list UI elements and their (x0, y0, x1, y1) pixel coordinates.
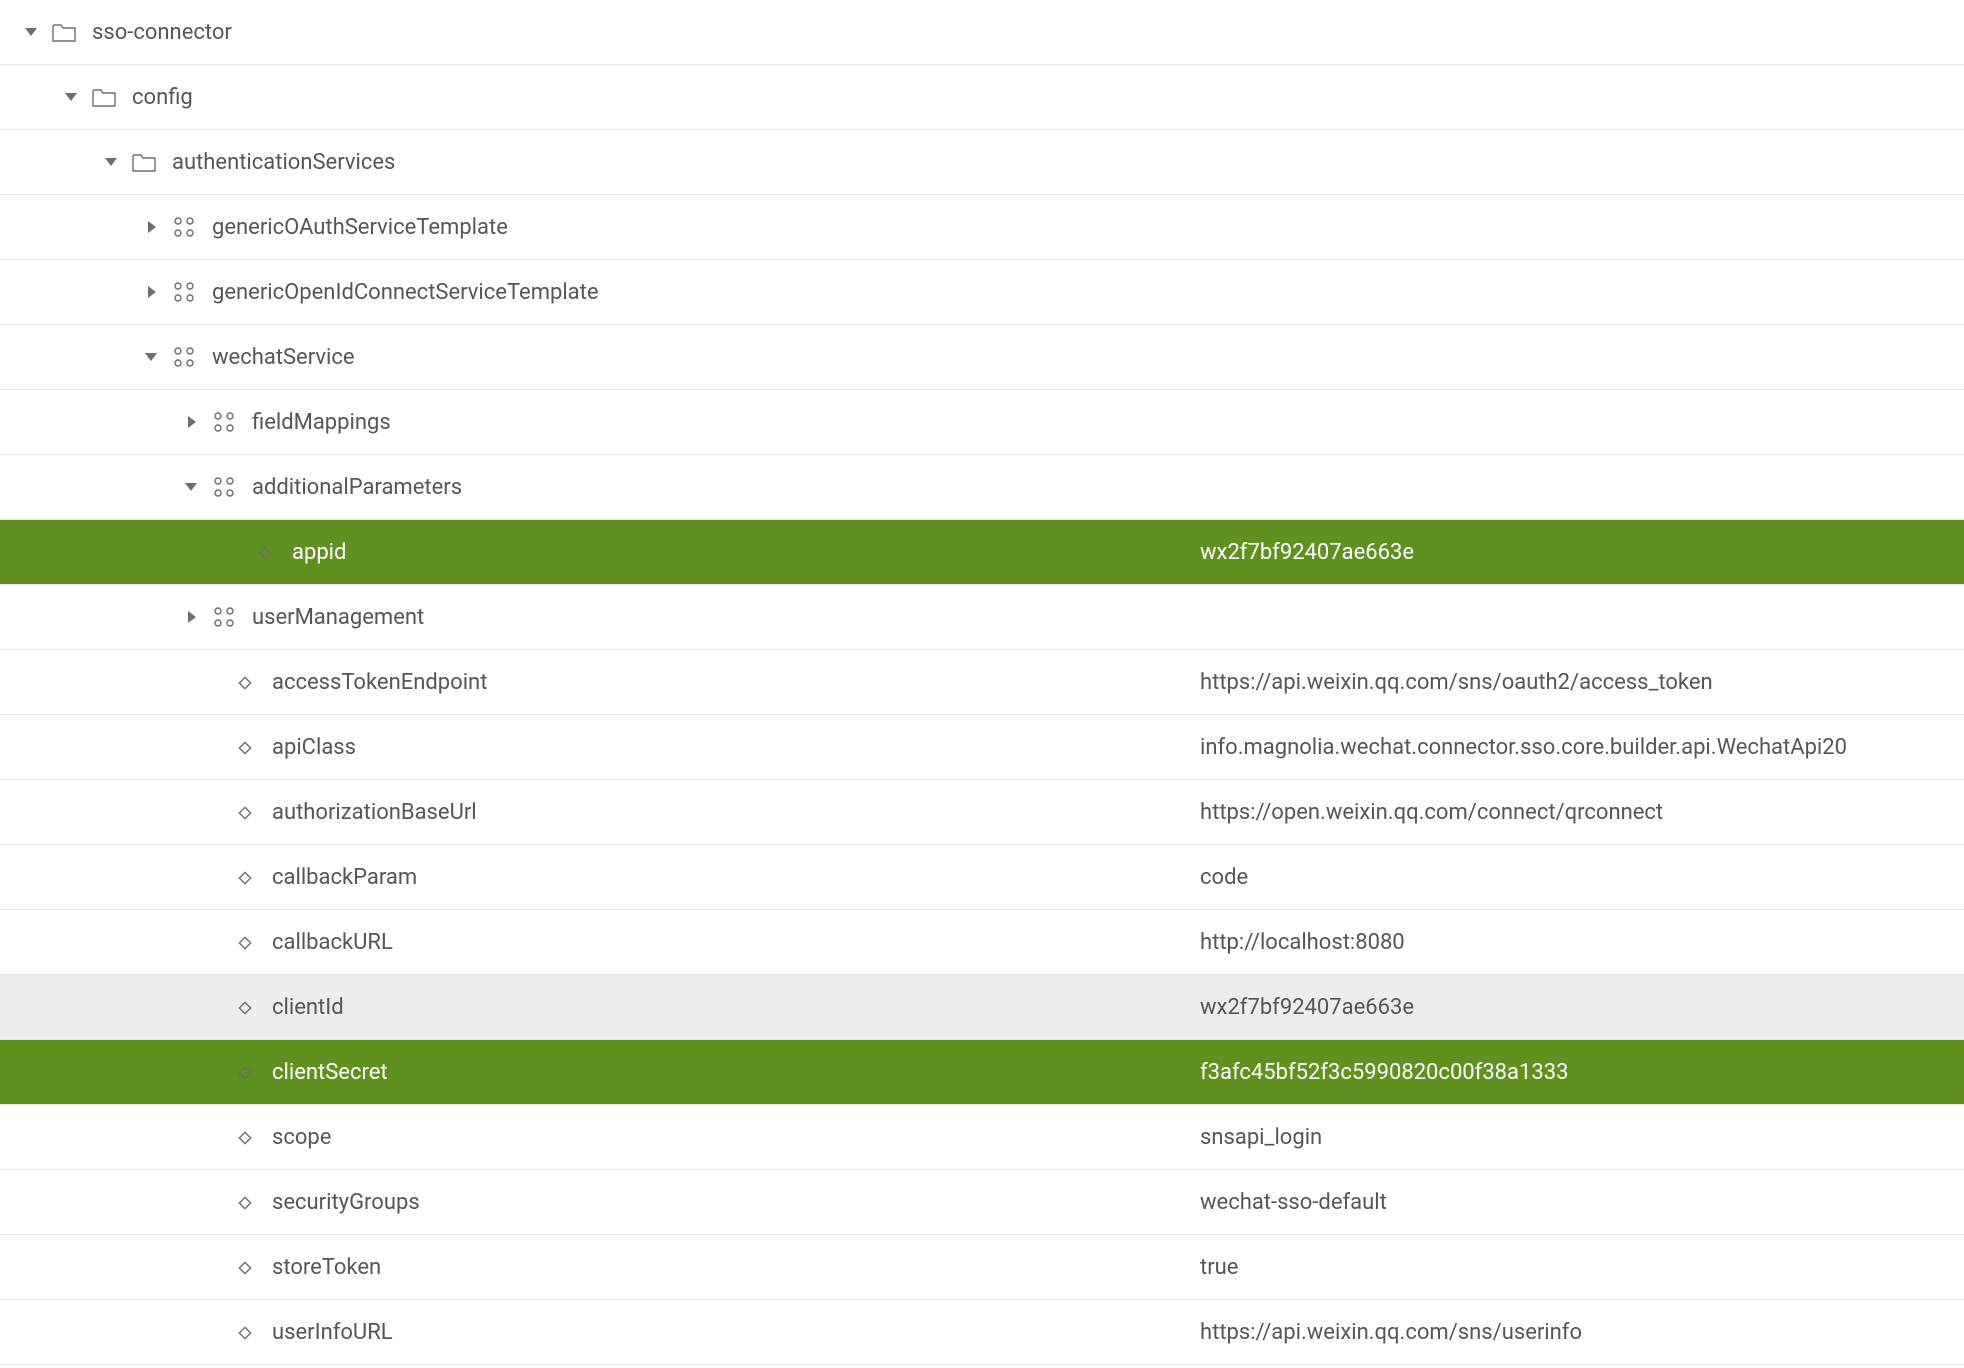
property-label: callbackURL (272, 930, 393, 955)
property-label: apiClass (272, 735, 356, 760)
content-node-icon (210, 408, 238, 436)
property-store-token[interactable]: storeToken true (0, 1235, 1964, 1300)
property-icon (230, 928, 258, 956)
property-label: scope (272, 1125, 331, 1150)
folder-icon (90, 83, 118, 111)
property-label: appid (292, 540, 346, 565)
node-generic-oauth-service-template[interactable]: genericOAuthServiceTemplate (0, 195, 1964, 260)
config-tree: sso-connector config authenticationServi… (0, 0, 1964, 1365)
node-label: authenticationServices (172, 150, 395, 175)
property-value[interactable]: http://localhost:8080 (1190, 930, 1964, 955)
node-user-management[interactable]: userManagement (0, 585, 1964, 650)
property-value[interactable]: wechat-sso-default (1190, 1190, 1964, 1215)
property-icon (230, 1253, 258, 1281)
node-authentication-services[interactable]: authenticationServices (0, 130, 1964, 195)
content-node-icon (170, 213, 198, 241)
property-callback-param[interactable]: callbackParam code (0, 845, 1964, 910)
property-icon (230, 733, 258, 761)
node-label: wechatService (212, 345, 355, 370)
content-node-icon (210, 473, 238, 501)
property-label: userInfoURL (272, 1320, 393, 1345)
property-label: clientId (272, 995, 344, 1020)
property-icon (230, 1318, 258, 1346)
chevron-right-icon[interactable] (140, 216, 162, 238)
node-label: fieldMappings (252, 410, 391, 435)
node-generic-openid-connect-service-template[interactable]: genericOpenIdConnectServiceTemplate (0, 260, 1964, 325)
property-label: storeToken (272, 1255, 381, 1280)
chevron-down-icon[interactable] (60, 86, 82, 108)
node-additional-parameters[interactable]: additionalParameters (0, 455, 1964, 520)
property-value[interactable]: snsapi_login (1190, 1125, 1964, 1150)
property-value[interactable]: wx2f7bf92407ae663e (1190, 540, 1964, 565)
property-label: clientSecret (272, 1060, 388, 1085)
chevron-right-icon[interactable] (180, 606, 202, 628)
content-node-icon (170, 278, 198, 306)
property-label: accessTokenEndpoint (272, 670, 487, 695)
property-client-secret[interactable]: clientSecret f3afc45bf52f3c5990820c00f38… (0, 1040, 1964, 1105)
property-label: authorizationBaseUrl (272, 800, 477, 825)
property-value[interactable]: info.magnolia.wechat.connector.sso.core.… (1190, 735, 1964, 760)
property-callback-url[interactable]: callbackURL http://localhost:8080 (0, 910, 1964, 975)
chevron-down-icon[interactable] (100, 151, 122, 173)
property-icon (230, 1188, 258, 1216)
property-icon (230, 1058, 258, 1086)
property-access-token-endpoint[interactable]: accessTokenEndpoint https://api.weixin.q… (0, 650, 1964, 715)
property-authorization-base-url[interactable]: authorizationBaseUrl https://open.weixin… (0, 780, 1964, 845)
property-value[interactable]: code (1190, 865, 1964, 890)
chevron-down-icon[interactable] (140, 346, 162, 368)
property-value[interactable]: true (1190, 1255, 1964, 1280)
property-client-id[interactable]: clientId wx2f7bf92407ae663e (0, 975, 1964, 1040)
property-icon (250, 538, 278, 566)
property-label: callbackParam (272, 865, 417, 890)
chevron-down-icon[interactable] (180, 476, 202, 498)
property-icon (230, 863, 258, 891)
property-value[interactable]: https://api.weixin.qq.com/sns/oauth2/acc… (1190, 670, 1964, 695)
property-value[interactable]: wx2f7bf92407ae663e (1190, 995, 1964, 1020)
node-config[interactable]: config (0, 65, 1964, 130)
chevron-right-icon[interactable] (180, 411, 202, 433)
node-field-mappings[interactable]: fieldMappings (0, 390, 1964, 455)
property-icon (230, 1123, 258, 1151)
property-value[interactable]: f3afc45bf52f3c5990820c00f38a1333 (1190, 1060, 1964, 1085)
property-label: securityGroups (272, 1190, 420, 1215)
property-scope[interactable]: scope snsapi_login (0, 1105, 1964, 1170)
property-value[interactable]: https://api.weixin.qq.com/sns/userinfo (1190, 1320, 1964, 1345)
chevron-down-icon[interactable] (20, 21, 42, 43)
property-icon (230, 668, 258, 696)
property-icon (230, 993, 258, 1021)
property-icon (230, 798, 258, 826)
property-appid[interactable]: appid wx2f7bf92407ae663e (0, 520, 1964, 585)
property-security-groups[interactable]: securityGroups wechat-sso-default (0, 1170, 1964, 1235)
node-wechat-service[interactable]: wechatService (0, 325, 1964, 390)
node-label: config (132, 85, 193, 110)
folder-icon (130, 148, 158, 176)
node-label: additionalParameters (252, 475, 462, 500)
property-api-class[interactable]: apiClass info.magnolia.wechat.connector.… (0, 715, 1964, 780)
node-sso-connector[interactable]: sso-connector (0, 0, 1964, 65)
node-label: genericOpenIdConnectServiceTemplate (212, 280, 599, 305)
folder-icon (50, 18, 78, 46)
content-node-icon (170, 343, 198, 371)
property-value[interactable]: https://open.weixin.qq.com/connect/qrcon… (1190, 800, 1964, 825)
content-node-icon (210, 603, 238, 631)
node-label: sso-connector (92, 20, 232, 45)
property-user-info-url[interactable]: userInfoURL https://api.weixin.qq.com/sn… (0, 1300, 1964, 1365)
node-label: genericOAuthServiceTemplate (212, 215, 508, 240)
node-label: userManagement (252, 605, 424, 630)
chevron-right-icon[interactable] (140, 281, 162, 303)
